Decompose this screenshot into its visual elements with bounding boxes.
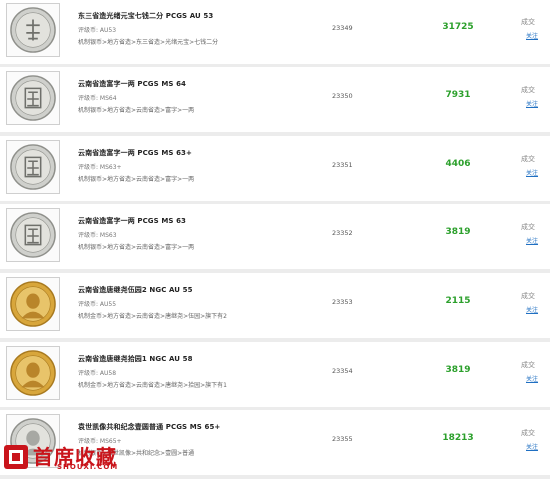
coin-thumbnail[interactable] xyxy=(6,3,60,57)
category-breadcrumb: 机制银币>地方省造>东三省造>光绪元宝>七钱二分 xyxy=(78,39,219,46)
deal-status: 成交 xyxy=(521,429,535,437)
coin-thumbnail[interactable] xyxy=(6,346,60,400)
deal-status: 成交 xyxy=(521,18,535,26)
gold-portrait-coin-icon xyxy=(10,281,56,327)
follow-link[interactable]: 关注 xyxy=(526,305,538,314)
logo-mark-icon xyxy=(4,445,28,469)
deal-status: 成交 xyxy=(521,86,535,94)
hammer-price: 3819 xyxy=(445,365,471,375)
silver-dragon-coin-icon xyxy=(10,7,56,53)
silver-fu-coin-icon xyxy=(10,212,56,258)
hammer-price: 18213 xyxy=(442,433,474,443)
auction-item-row[interactable]: 云南省造富字一两 PCGS MS 63 评级币: MS63 机制银币>地方省造>云南… xyxy=(0,204,550,273)
follow-link[interactable]: 关注 xyxy=(526,442,538,451)
category-breadcrumb: 机制银币>地方省造>云南省造>富字>一两 xyxy=(78,244,195,251)
follow-link[interactable]: 关注 xyxy=(526,31,538,40)
item-title[interactable]: 云南省造唐继尧拾园1 NGC AU 58 xyxy=(78,354,193,364)
item-title[interactable]: 云南省造富字一两 PCGS MS 63 xyxy=(78,216,186,226)
coin-thumbnail[interactable] xyxy=(6,277,60,331)
coin-thumbnail[interactable] xyxy=(6,208,60,262)
silver-fu-coin-icon xyxy=(10,75,56,121)
auction-item-row[interactable]: 云南省造富字一两 PCGS MS 63+ 评级币: MS63+ 机制银币>地方省造>… xyxy=(0,136,550,205)
grade-label: 评级币: AU58 xyxy=(78,370,117,377)
item-title[interactable]: 袁世凯像共和纪念壹圆普通 PCGS MS 65+ xyxy=(78,422,220,432)
auction-item-row[interactable]: 云南省造唐继尧伍园2 NGC AU 55 评级币: AU55 机制金币>地方省造>云… xyxy=(0,273,550,342)
item-title[interactable]: 云南省造富字一两 PCGS MS 63+ xyxy=(78,148,192,158)
lot-number: 23354 xyxy=(332,367,353,375)
item-title[interactable]: 东三省造光绪元宝七钱二分 PCGS AU 53 xyxy=(78,11,213,21)
deal-status: 成交 xyxy=(521,361,535,369)
lot-number: 23352 xyxy=(332,229,353,237)
hammer-price: 3819 xyxy=(445,227,471,237)
follow-link[interactable]: 关注 xyxy=(526,168,538,177)
follow-link[interactable]: 关注 xyxy=(526,236,538,245)
lot-number: 23353 xyxy=(332,298,353,306)
grade-label: 评级币: MS64 xyxy=(78,95,117,102)
site-logo[interactable]: 首席收藏 SHOUXI.COM xyxy=(2,442,138,472)
gold-portrait-coin-icon xyxy=(10,350,56,396)
grade-label: 评级币: MS63 xyxy=(78,232,117,239)
item-title[interactable]: 云南省造富字一两 PCGS MS 64 xyxy=(78,79,186,89)
category-breadcrumb: 机制银币>地方省造>云南省造>富字>一两 xyxy=(78,176,195,183)
follow-link[interactable]: 关注 xyxy=(526,374,538,383)
logo-english-text: SHOUXI.COM xyxy=(57,463,119,471)
category-breadcrumb: 机制金币>地方省造>云南省造>唐继尧>拾园>旗下有1 xyxy=(78,382,227,389)
silver-fu-coin-icon xyxy=(10,144,56,190)
hammer-price: 4406 xyxy=(445,159,471,169)
lot-number: 23350 xyxy=(332,92,353,100)
hammer-price: 31725 xyxy=(442,22,474,32)
hammer-price: 7931 xyxy=(445,90,471,100)
deal-status: 成交 xyxy=(521,223,535,231)
lot-number: 23349 xyxy=(332,24,353,32)
grade-label: 评级币: MS63+ xyxy=(78,164,122,171)
logo-text: 首席收藏 SHOUXI.COM xyxy=(33,443,133,471)
lot-number: 23351 xyxy=(332,161,353,169)
coin-thumbnail[interactable] xyxy=(6,71,60,125)
row-divider xyxy=(0,475,550,479)
auction-item-row[interactable]: 云南省造唐继尧拾园1 NGC AU 58 评级币: AU58 机制金币>地方省造>云… xyxy=(0,342,550,411)
item-title[interactable]: 云南省造唐继尧伍园2 NGC AU 55 xyxy=(78,285,193,295)
grade-label: 评级币: AU55 xyxy=(78,301,117,308)
category-breadcrumb: 机制银币>地方省造>云南省造>富字>一两 xyxy=(78,107,195,114)
lot-number: 23355 xyxy=(332,435,353,443)
hammer-price: 2115 xyxy=(445,296,471,306)
deal-status: 成交 xyxy=(521,292,535,300)
auction-item-row[interactable]: 东三省造光绪元宝七钱二分 PCGS AU 53 评级币: AU53 机制银币>地方省… xyxy=(0,0,550,68)
grade-label: 评级币: AU53 xyxy=(78,27,117,34)
category-breadcrumb: 机制金币>地方省造>云南省造>唐继尧>伍园>旗下有2 xyxy=(78,313,227,320)
follow-link[interactable]: 关注 xyxy=(526,99,538,108)
deal-status: 成交 xyxy=(521,155,535,163)
coin-thumbnail[interactable] xyxy=(6,140,60,194)
auction-item-row[interactable]: 云南省造富字一两 PCGS MS 64 评级币: MS64 机制银币>地方省造>云南… xyxy=(0,67,550,136)
